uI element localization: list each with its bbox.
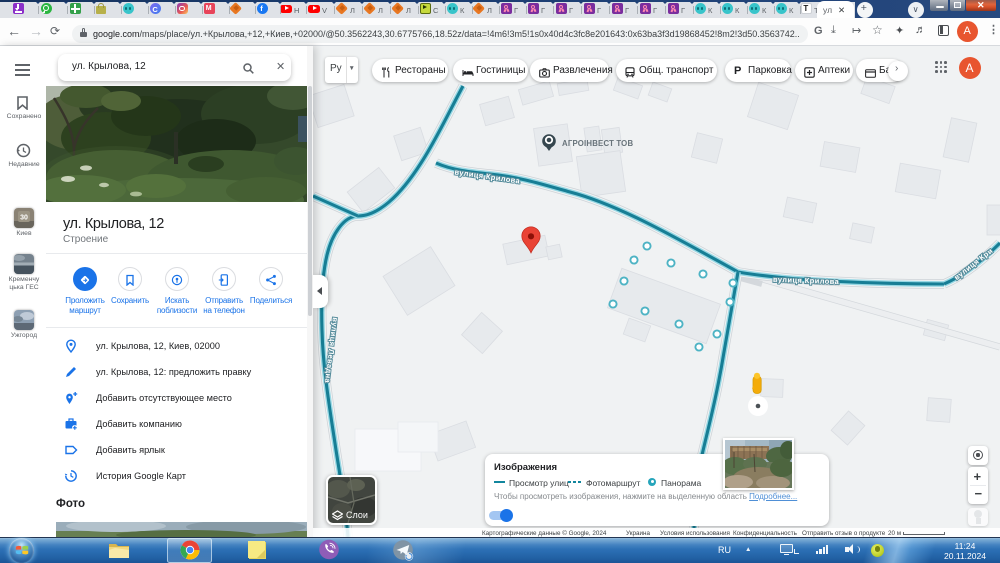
svg-text:АГРОІНВЕСТ ТОВ: АГРОІНВЕСТ ТОВ <box>562 139 633 148</box>
svg-text:30: 30 <box>20 215 28 222</box>
